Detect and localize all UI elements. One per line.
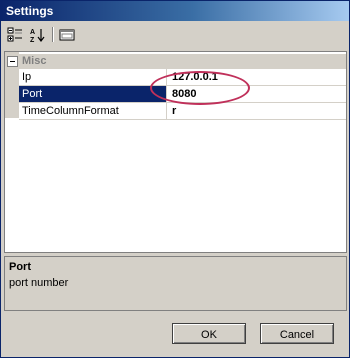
cancel-button[interactable]: Cancel <box>260 323 334 344</box>
categorized-icon <box>7 27 22 41</box>
collapse-icon[interactable] <box>7 56 18 67</box>
help-panel: Port port number <box>4 256 347 311</box>
ok-button[interactable]: OK <box>172 323 246 344</box>
categorized-button[interactable] <box>5 25 25 44</box>
property-value-ip[interactable]: 127.0.0.1 <box>169 69 344 85</box>
property-grid[interactable]: Misc Ip 127.0.0.1 Port 8080 TimeColumnFo… <box>4 51 347 253</box>
settings-window: Settings A Z Misc Ip 127.0.0.1 Port 8080… <box>0 0 350 358</box>
property-value-timecolumnformat[interactable]: r <box>169 103 344 119</box>
property-row-port[interactable]: Port 8080 <box>19 86 346 103</box>
property-row-ip[interactable]: Ip 127.0.0.1 <box>19 69 346 86</box>
property-grid-toolbar: A Z <box>3 23 347 47</box>
alphabetical-icon: A Z <box>30 28 45 43</box>
property-pages-icon <box>59 29 75 40</box>
alphabetical-button[interactable]: A Z <box>27 25 47 44</box>
property-value-port[interactable]: 8080 <box>169 86 344 102</box>
help-title: Port <box>9 261 31 273</box>
svg-text:A: A <box>30 29 35 36</box>
category-label: Misc <box>22 55 47 67</box>
property-name: Port <box>19 86 167 102</box>
property-name: Ip <box>19 69 167 85</box>
category-row-misc[interactable]: Misc <box>5 54 346 69</box>
toolbar-separator <box>52 27 54 42</box>
property-row-timecolumnformat[interactable]: TimeColumnFormat r <box>19 103 346 120</box>
property-name: TimeColumnFormat <box>19 103 167 119</box>
help-description: port number <box>9 277 69 289</box>
window-title: Settings <box>6 4 54 18</box>
svg-text:Z: Z <box>30 37 35 43</box>
property-pages-button[interactable] <box>57 25 77 44</box>
title-bar[interactable]: Settings <box>1 1 349 21</box>
